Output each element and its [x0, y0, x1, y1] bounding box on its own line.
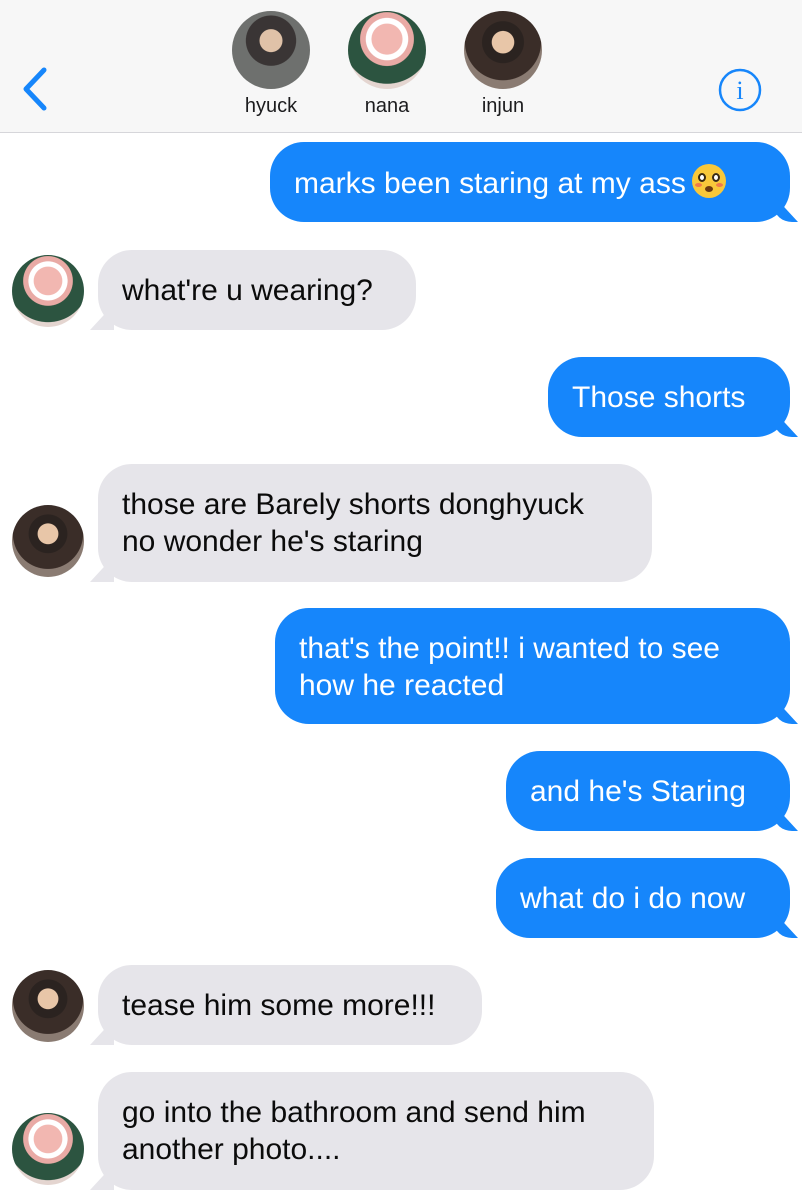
avatar-injun[interactable]	[12, 505, 84, 577]
received-message[interactable]: tease him some more!!!	[98, 965, 482, 1045]
sent-message[interactable]: Those shorts	[548, 357, 790, 437]
message-text: marks been staring at my ass	[294, 167, 686, 200]
message-text: Those shorts	[572, 381, 746, 414]
sent-message[interactable]: marks been staring at my ass	[270, 142, 790, 222]
participant-hyuck[interactable]: hyuck	[216, 11, 326, 117]
info-circle-icon: i	[718, 68, 762, 112]
sent-message[interactable]: that's the point!! i wanted to see how h…	[275, 608, 790, 724]
imessage-group-chat: hyuck nana injun i marks been staring at…	[0, 0, 802, 1200]
avatar	[232, 11, 310, 89]
received-message[interactable]: those are Barely shorts donghyuck no won…	[98, 464, 652, 582]
participant-injun[interactable]: injun	[448, 11, 558, 117]
avatar-injun[interactable]	[12, 970, 84, 1042]
sent-message[interactable]: and he's Staring	[506, 751, 790, 831]
message-text: and he's Staring	[530, 775, 746, 808]
avatar-nana[interactable]	[12, 255, 84, 327]
message-text: what do i do now	[520, 882, 746, 915]
message-line: those are Barely shorts donghyuck	[122, 488, 584, 521]
svg-text:i: i	[736, 76, 743, 105]
participant-name: hyuck	[244, 95, 298, 117]
message-line: how he reacted	[299, 669, 505, 702]
flushed-face-icon	[691, 164, 726, 198]
message-line: that's the point!! i wanted to see	[299, 632, 720, 665]
message-text: tease him some more!!!	[122, 989, 436, 1022]
sent-message[interactable]: what do i do now	[496, 858, 790, 938]
participant-name: nana	[364, 95, 410, 117]
avatar-nana[interactable]	[12, 1113, 84, 1185]
avatar	[464, 11, 542, 89]
participant-name: injun	[481, 95, 525, 117]
participant-nana[interactable]: nana	[332, 11, 442, 117]
message-line: no wonder he's staring	[122, 525, 423, 558]
chevron-left-icon	[23, 67, 47, 111]
message-text: what're u wearing?	[122, 274, 373, 307]
back-button[interactable]	[18, 66, 54, 112]
message-line: another photo....	[122, 1133, 341, 1166]
message-line: go into the bathroom and send him	[122, 1096, 586, 1129]
received-message[interactable]: what're u wearing?	[98, 250, 416, 330]
avatar	[348, 11, 426, 89]
conversation-header: hyuck nana injun i	[0, 0, 802, 133]
received-message[interactable]: go into the bathroom and send him anothe…	[98, 1072, 654, 1190]
info-button[interactable]: i	[717, 67, 763, 113]
